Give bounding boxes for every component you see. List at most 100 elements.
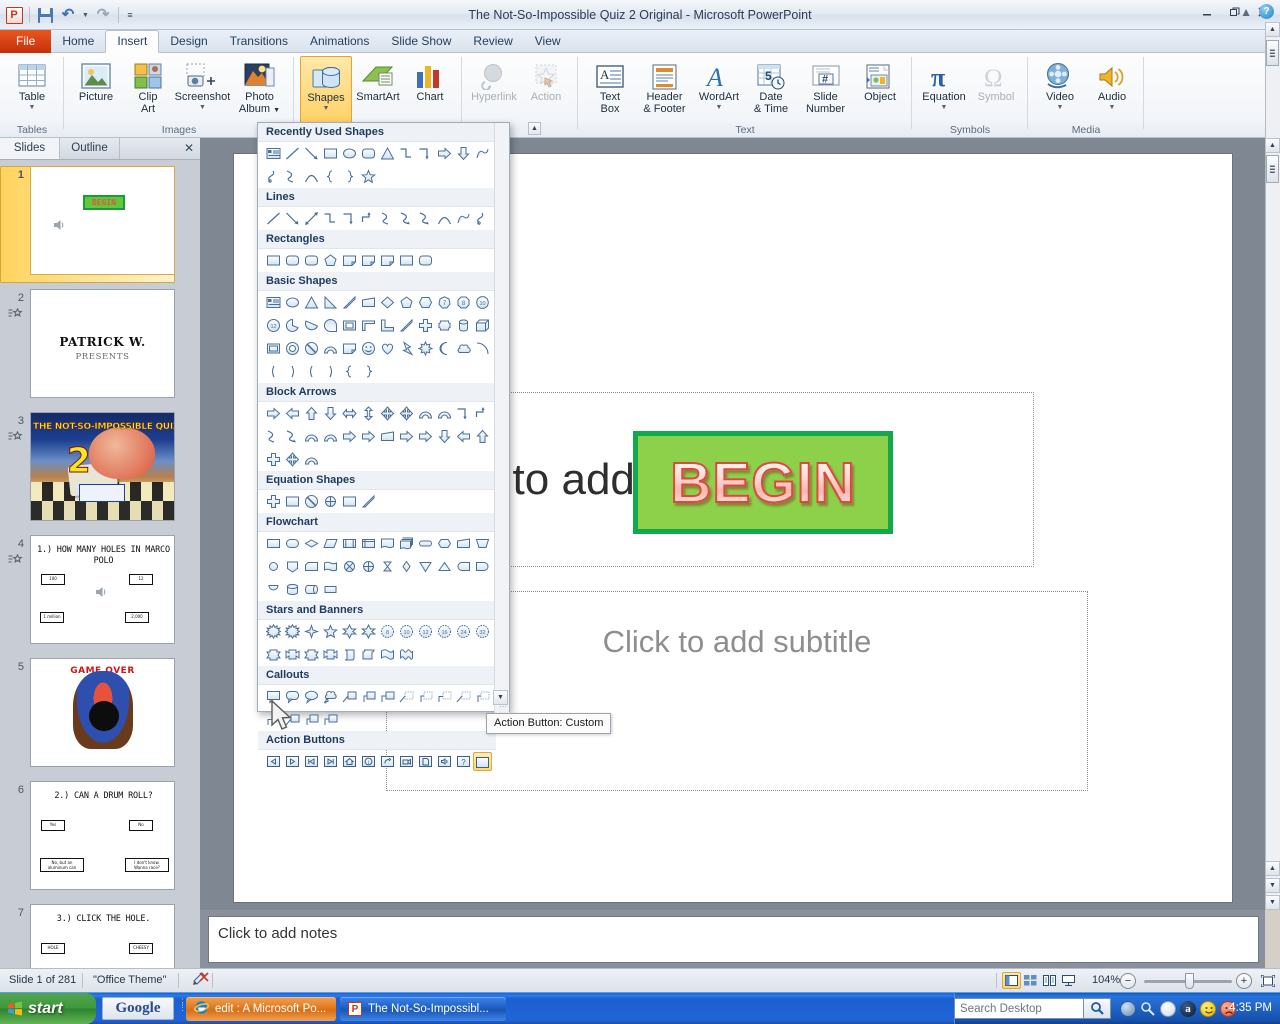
shape-item[interactable] <box>264 293 283 312</box>
shape-item[interactable] <box>397 404 416 423</box>
shape-item[interactable] <box>264 534 283 553</box>
tab-animations[interactable]: Animations <box>299 30 380 53</box>
shape-item[interactable] <box>302 622 321 641</box>
shape-item[interactable] <box>264 209 283 228</box>
begin-button-shape[interactable]: BEGIN <box>633 431 893 534</box>
shape-item[interactable]: 8 <box>378 622 397 641</box>
shape-item[interactable] <box>264 427 283 446</box>
notes-input[interactable]: Click to add notes <box>208 916 1259 963</box>
shape-item[interactable] <box>340 557 359 576</box>
shape-item[interactable] <box>397 293 416 312</box>
normal-view-icon[interactable] <box>1002 972 1021 989</box>
tab-design[interactable]: Design <box>159 30 218 53</box>
shape-item[interactable] <box>264 339 283 358</box>
shape-item[interactable] <box>340 534 359 553</box>
shape-item[interactable] <box>302 209 321 228</box>
ribbon-button-clip-art[interactable]: Clip Art <box>122 56 174 122</box>
tab-view[interactable]: View <box>524 30 572 53</box>
slide-count-label[interactable]: Slide 1 of 281 <box>0 969 85 992</box>
theme-label[interactable]: "Office Theme" <box>84 969 175 992</box>
shape-item[interactable]: 12 <box>416 622 435 641</box>
shape-item[interactable] <box>454 687 473 706</box>
shape-item[interactable] <box>359 209 378 228</box>
taskbar-powerpoint-window[interactable]: P The Not-So-Impossibl... <box>340 997 506 1021</box>
shape-item[interactable] <box>397 752 416 771</box>
shape-item[interactable] <box>283 580 302 599</box>
shape-item[interactable] <box>302 339 321 358</box>
shape-item[interactable] <box>359 687 378 706</box>
shape-item[interactable] <box>321 316 340 335</box>
shape-item[interactable]: 12 <box>264 316 283 335</box>
shape-item[interactable] <box>321 687 340 706</box>
shape-item[interactable] <box>283 622 302 641</box>
shape-item[interactable] <box>416 534 435 553</box>
shape-item[interactable] <box>283 492 302 511</box>
shape-item[interactable] <box>473 427 492 446</box>
shape-item[interactable] <box>359 645 378 664</box>
shape-item[interactable] <box>264 645 283 664</box>
shape-item[interactable] <box>283 450 302 469</box>
shape-item[interactable] <box>264 710 283 729</box>
thumbs-scroll-thumb[interactable]: ━ ━ ━ <box>1266 40 1279 66</box>
ribbon-button-table[interactable]: Table ▼ <box>6 56 58 122</box>
shape-item[interactable] <box>435 534 454 553</box>
shape-item[interactable] <box>435 144 454 163</box>
shape-item[interactable] <box>416 293 435 312</box>
ribbon-button-text-box[interactable]: A Text Box <box>584 56 636 122</box>
ribbon-button-picture[interactable]: Picture <box>70 56 122 122</box>
shape-item[interactable] <box>473 209 492 228</box>
shape-item[interactable] <box>416 316 435 335</box>
shape-item[interactable]: 10 <box>397 622 416 641</box>
shape-item[interactable] <box>359 316 378 335</box>
ribbon-button-header-footer[interactable]: Header & Footer <box>636 56 693 122</box>
shape-item[interactable] <box>378 316 397 335</box>
shape-item[interactable] <box>359 492 378 511</box>
shape-item[interactable] <box>473 144 492 163</box>
shape-item[interactable] <box>283 362 302 381</box>
ribbon-button-slide-number[interactable]: # Slide Number <box>797 56 854 122</box>
shape-item[interactable] <box>321 404 340 423</box>
spell-check-icon[interactable] <box>182 969 220 992</box>
shape-item[interactable] <box>302 492 321 511</box>
shape-item[interactable] <box>302 362 321 381</box>
shape-item[interactable] <box>359 404 378 423</box>
shape-item[interactable] <box>283 557 302 576</box>
shape-item[interactable] <box>340 362 359 381</box>
shape-item[interactable] <box>321 622 340 641</box>
ribbon-button-chart[interactable]: Chart <box>404 56 456 122</box>
shape-item[interactable] <box>397 687 416 706</box>
shape-item[interactable] <box>397 144 416 163</box>
shape-item[interactable] <box>340 404 359 423</box>
shape-item[interactable] <box>283 427 302 446</box>
shape-item[interactable] <box>454 427 473 446</box>
shape-item[interactable] <box>321 557 340 576</box>
zoom-slider-handle[interactable] <box>1185 973 1194 989</box>
slide-thumbnail-list[interactable]: 1 BEGIN 2 PATRICK W. PRESENTS 3 THE NOT-SO-IMP… <box>0 160 185 972</box>
shape-item[interactable] <box>302 557 321 576</box>
shape-item[interactable] <box>435 404 454 423</box>
shape-item[interactable] <box>397 645 416 664</box>
shape-item[interactable] <box>397 251 416 270</box>
shape-item[interactable] <box>359 622 378 641</box>
search-tray-icon[interactable] <box>1140 1001 1156 1017</box>
zoom-out-icon[interactable]: − <box>1120 973 1136 989</box>
shape-item[interactable] <box>302 316 321 335</box>
shape-item[interactable] <box>264 752 283 771</box>
tab-review[interactable]: Review <box>462 30 523 53</box>
shape-item[interactable] <box>473 404 492 423</box>
shape-item[interactable] <box>283 752 302 771</box>
shape-item[interactable] <box>397 209 416 228</box>
shape-item[interactable] <box>416 209 435 228</box>
shape-item[interactable]: i <box>359 752 378 771</box>
shape-item[interactable] <box>321 362 340 381</box>
previous-slide-icon[interactable]: ▲ <box>1265 861 1280 876</box>
shape-item[interactable] <box>321 427 340 446</box>
back-icon[interactable] <box>1120 1001 1136 1017</box>
shape-item[interactable] <box>321 293 340 312</box>
stage-scroll-up-icon[interactable]: ▲ <box>1265 138 1280 153</box>
help-icon[interactable]: ? <box>1259 4 1274 19</box>
shape-item[interactable] <box>416 687 435 706</box>
google-toolbar[interactable]: Google <box>102 997 174 1020</box>
shape-item[interactable] <box>435 209 454 228</box>
shape-item[interactable] <box>283 339 302 358</box>
